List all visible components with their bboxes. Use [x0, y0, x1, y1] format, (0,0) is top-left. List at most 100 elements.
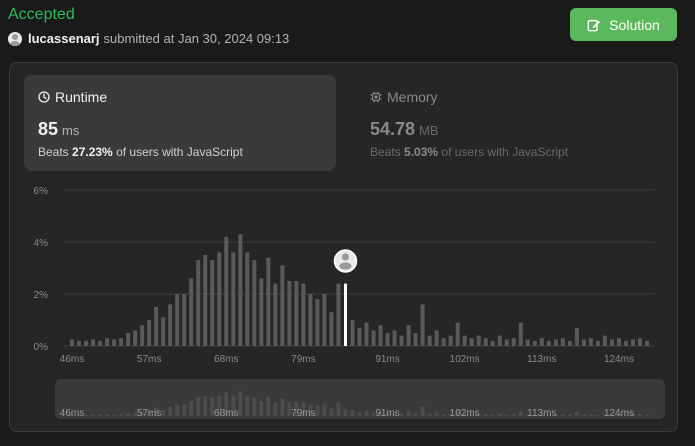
- histogram-bar: [364, 322, 369, 346]
- histogram-bar: [259, 278, 264, 346]
- minimap-bar: [203, 396, 208, 416]
- histogram-bar: [623, 340, 628, 346]
- histogram-bar: [427, 335, 432, 346]
- x-tick-label: 91ms: [375, 354, 399, 365]
- x-tick-label: 46ms: [60, 354, 84, 365]
- minimap-bar: [567, 414, 572, 416]
- histogram-bar: [336, 283, 341, 346]
- histogram-bar: [609, 339, 614, 346]
- histogram-bar: [497, 335, 502, 346]
- minimap-bar: [112, 414, 117, 416]
- histogram-bar: [231, 252, 236, 346]
- histogram-bar: [210, 260, 215, 346]
- histogram-bar: [224, 236, 229, 346]
- minimap-bar: [518, 410, 523, 416]
- y-tick-label: 0%: [34, 342, 49, 353]
- histogram-bar: [399, 335, 404, 346]
- histogram-bar: [315, 299, 320, 346]
- minimap-bar: [119, 414, 124, 416]
- histogram-bar: [329, 312, 334, 346]
- minimap-bar: [252, 397, 257, 416]
- minimap-bar: [350, 410, 355, 416]
- histogram-bar: [420, 304, 425, 346]
- minimap-bar: [182, 404, 187, 416]
- histogram-bar: [217, 252, 222, 346]
- minimap-x-tick-label: 68ms: [214, 408, 238, 419]
- x-tick-label: 79ms: [291, 354, 315, 365]
- histogram-bar: [378, 325, 383, 346]
- histogram-bar: [189, 278, 194, 346]
- histogram-bar: [392, 330, 397, 346]
- avatar-head-icon: [341, 253, 350, 261]
- minimap-bar: [645, 414, 649, 416]
- histogram-bar: [273, 283, 278, 346]
- histogram-bar: [133, 330, 138, 346]
- minimap-bar: [497, 413, 502, 416]
- histogram-bar: [280, 265, 285, 346]
- y-tick-label: 4%: [34, 238, 49, 249]
- histogram-bar: [602, 335, 607, 346]
- histogram-bar: [476, 335, 481, 346]
- x-tick-label: 113ms: [527, 354, 556, 365]
- histogram-bar: [630, 339, 635, 346]
- minimap-bar: [336, 402, 341, 416]
- minimap-bar: [245, 395, 250, 416]
- histogram-bar: [350, 320, 355, 346]
- y-tick-label: 2%: [34, 290, 49, 301]
- avatar-body-icon: [339, 262, 352, 270]
- minimap-bar: [413, 413, 418, 416]
- minimap-bar: [161, 409, 166, 416]
- histogram-bar: [301, 283, 306, 346]
- histogram-bar: [203, 255, 208, 346]
- minimap-x-tick-label: 57ms: [137, 408, 161, 419]
- minimap-bar: [280, 398, 285, 416]
- histogram-bar: [504, 339, 509, 346]
- histogram-bar: [182, 294, 187, 346]
- histogram-bar: [413, 333, 418, 346]
- minimap-bar: [441, 414, 446, 416]
- minimap-bar: [595, 414, 600, 416]
- x-tick-label: 57ms: [137, 354, 161, 365]
- histogram-bar: [448, 335, 453, 346]
- histogram-bar: [574, 327, 579, 346]
- minimap-x-tick-label: 79ms: [291, 408, 315, 419]
- minimap-bar: [420, 406, 425, 416]
- histogram-bar: [455, 322, 460, 346]
- minimap-bar: [574, 412, 579, 416]
- histogram-bar: [84, 340, 89, 346]
- minimap-bar: [364, 410, 369, 416]
- histogram-bar: [287, 281, 292, 346]
- histogram-bar: [441, 338, 446, 346]
- x-tick-label: 68ms: [214, 354, 238, 365]
- histogram-bar: [294, 281, 299, 346]
- histogram-bar: [245, 252, 250, 346]
- minimap-bar: [581, 414, 586, 416]
- y-tick-label: 6%: [34, 186, 49, 197]
- histogram-bar: [196, 260, 201, 346]
- minimap-bar: [126, 413, 131, 416]
- minimap-x-tick-label: 124ms: [604, 408, 634, 419]
- minimap-bar: [175, 404, 180, 416]
- histogram-bar: [546, 340, 551, 346]
- minimap-bar: [560, 414, 565, 416]
- histogram-bar: [168, 304, 173, 346]
- minimap-bar: [399, 413, 404, 416]
- histogram-bar: [595, 340, 600, 346]
- histogram-bar: [525, 339, 530, 346]
- histogram-bar: [357, 327, 362, 346]
- minimap-bar: [490, 414, 495, 416]
- minimap-bar: [238, 391, 243, 416]
- histogram-bar: [77, 340, 82, 346]
- histogram-bar: [91, 339, 96, 346]
- minimap-bar: [266, 396, 271, 416]
- histogram-bar: [175, 294, 180, 346]
- minimap-bar: [434, 412, 439, 416]
- histogram-bar: [553, 339, 558, 346]
- minimap-bar: [168, 406, 173, 416]
- runtime-distribution-chart: 6% 4% 2% 0% 46ms 57ms 68ms 79ms 91ms 102ms 113ms 12…: [34, 186, 655, 419]
- minimap-bar: [98, 414, 103, 416]
- histogram-bar: [406, 325, 411, 346]
- histogram-bar: [119, 338, 124, 346]
- minimap-x-tick-label: 91ms: [375, 408, 399, 419]
- histogram-bar: [238, 234, 243, 346]
